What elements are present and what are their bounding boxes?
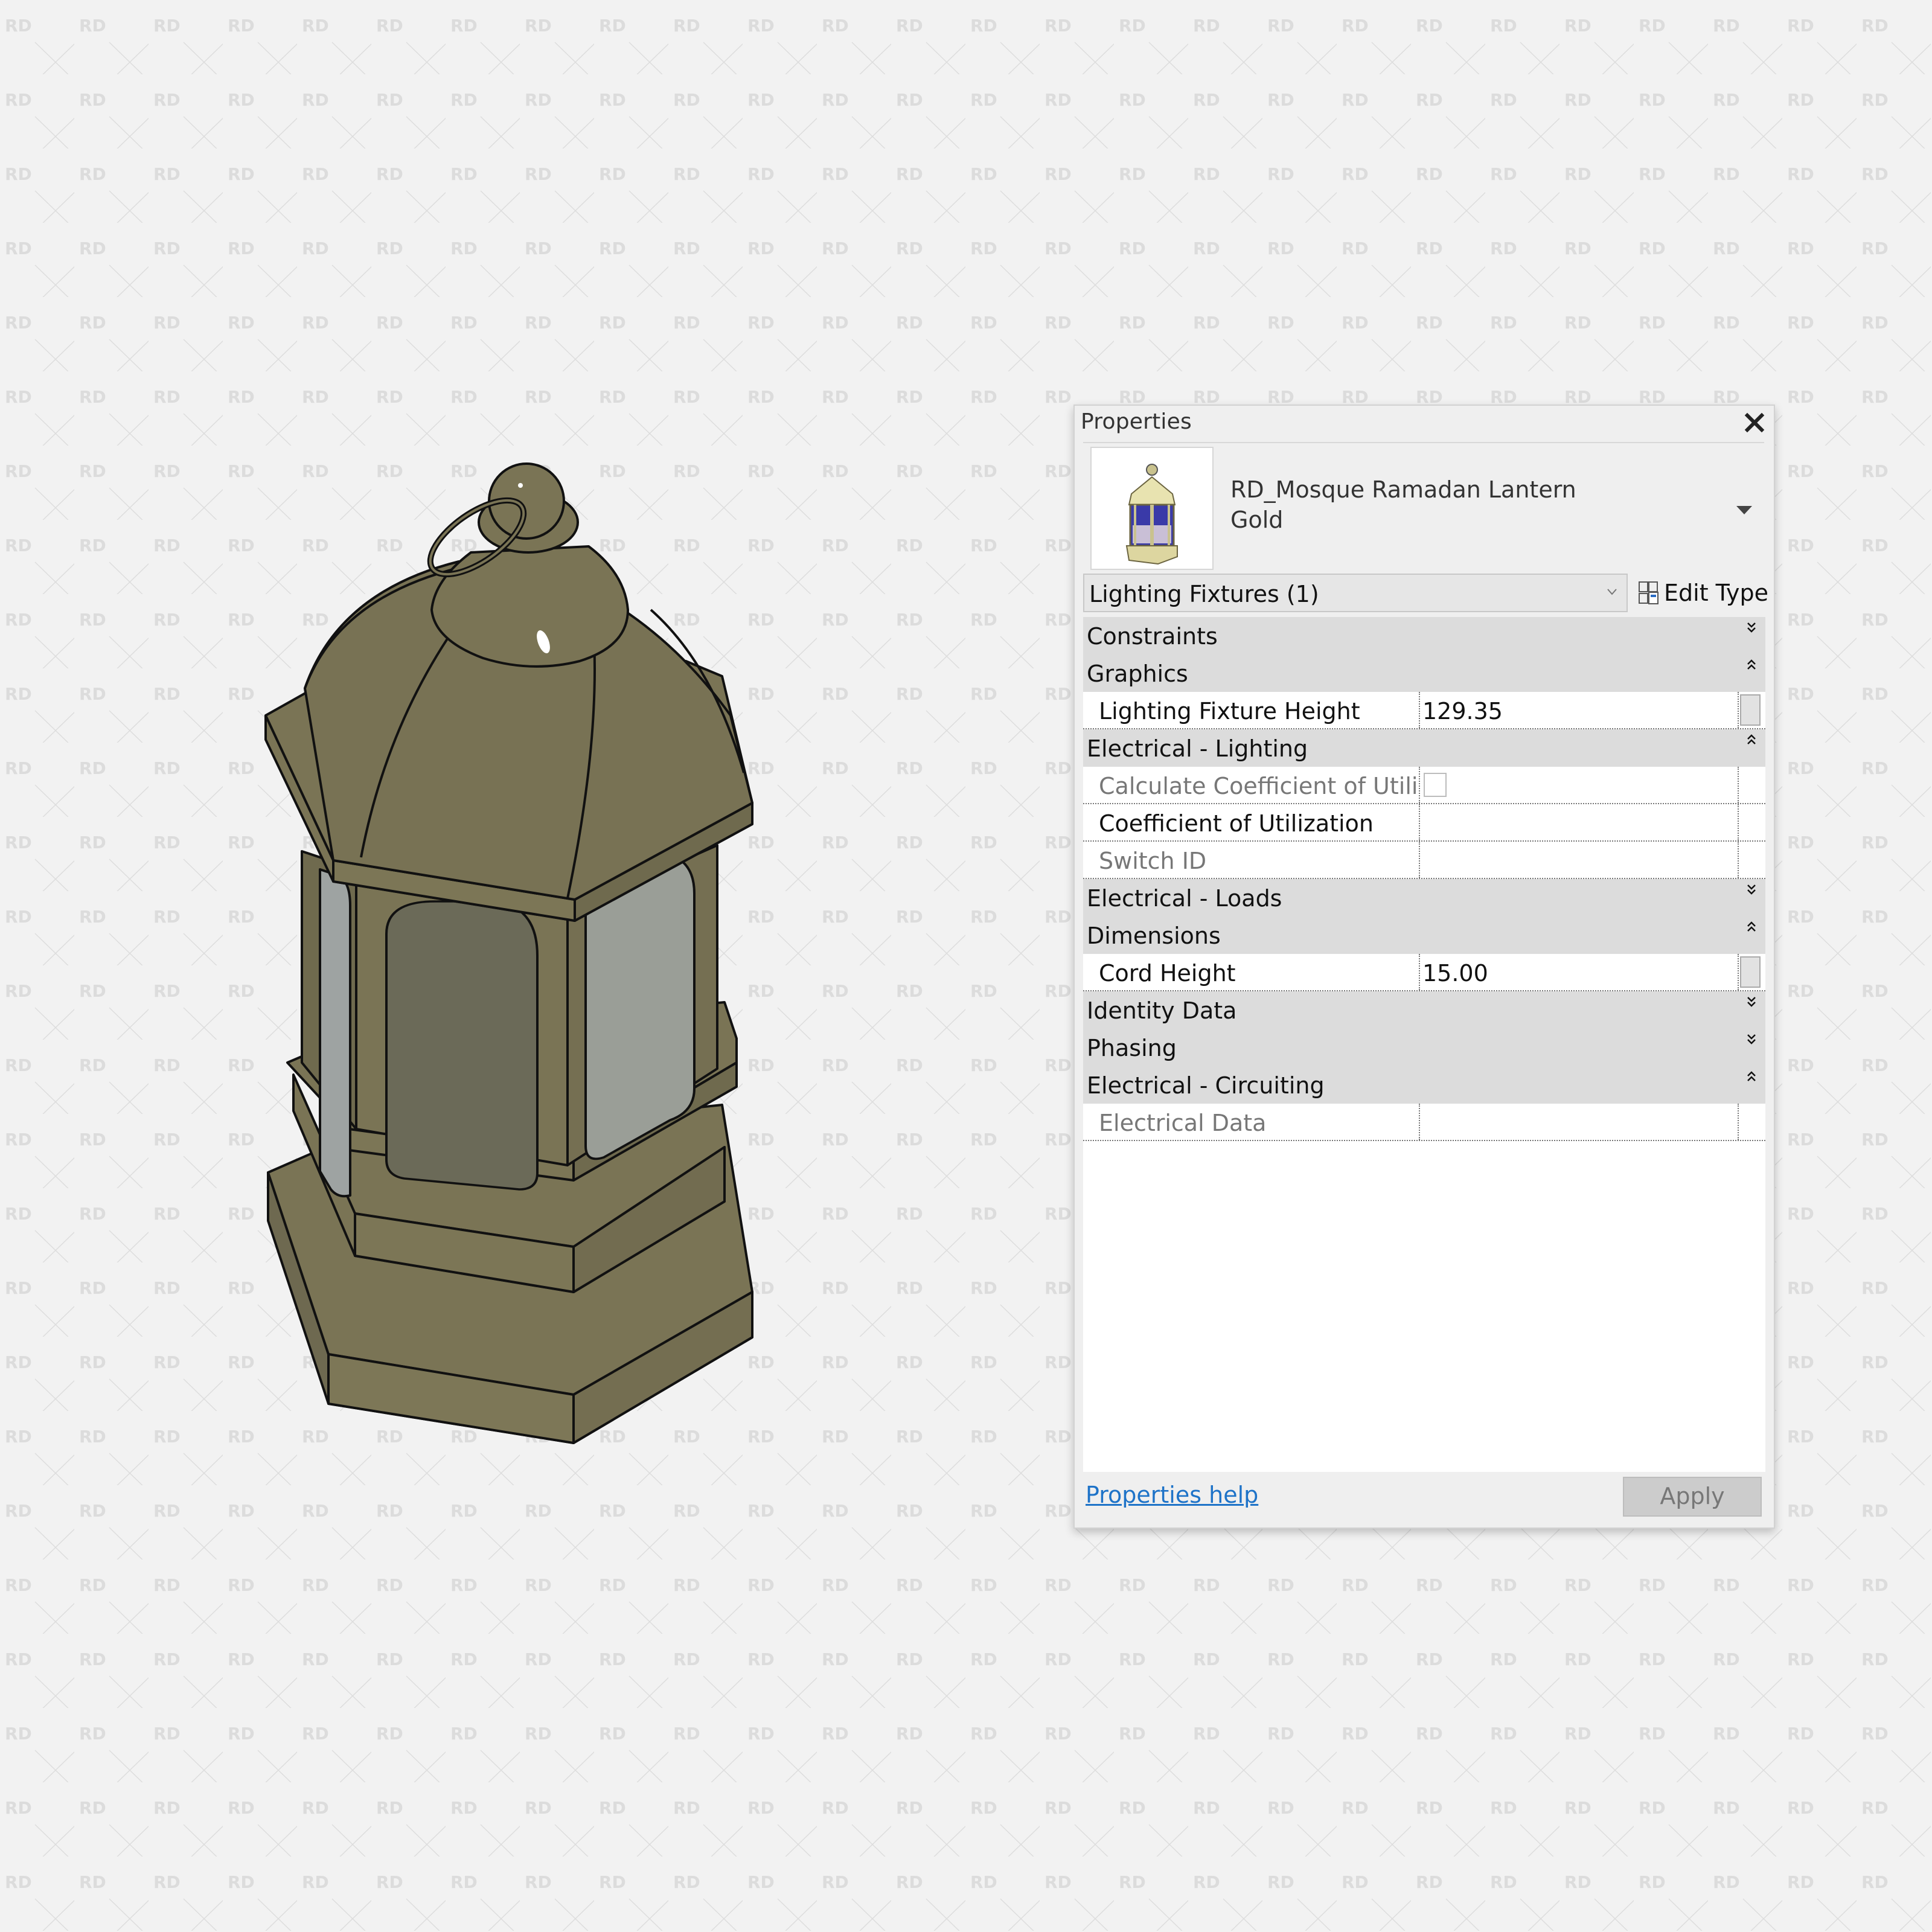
property-name: Cord Height (1099, 960, 1236, 987)
associate-parameter-cell (1738, 804, 1764, 840)
property-group[interactable]: Constraints (1083, 617, 1765, 654)
properties-grid-empty-area (1083, 1141, 1765, 1472)
edit-type-icon (1639, 581, 1659, 604)
lantern-top-cap (430, 545, 629, 668)
property-group-label: Electrical - Lighting (1087, 735, 1308, 762)
close-icon (1744, 412, 1765, 433)
property-row: Switch ID (1083, 842, 1765, 879)
associate-parameter-cell (1738, 1104, 1764, 1140)
properties-palette: Properties RD_Mosque Ramadan Lantern Gol… (1073, 405, 1775, 1529)
property-group[interactable]: Dimensions (1083, 916, 1765, 954)
associate-parameter-cell (1738, 954, 1764, 990)
type-family-name: RD_Mosque Ramadan Lantern (1230, 476, 1576, 503)
property-group[interactable]: Graphics (1083, 654, 1765, 692)
property-group-label: Electrical - Circuiting (1087, 1072, 1325, 1099)
property-checkbox[interactable] (1424, 773, 1447, 797)
property-group-label: Dimensions (1087, 923, 1221, 949)
property-row: Electrical Data (1083, 1104, 1765, 1141)
properties-help-link[interactable]: Properties help (1086, 1482, 1258, 1508)
property-value-field (1419, 767, 1738, 803)
property-group-label: Phasing (1087, 1035, 1177, 1061)
category-filter-value: Lighting Fixtures (1) (1089, 581, 1319, 607)
property-value-field[interactable]: 15.00 (1419, 954, 1738, 990)
property-group-label: Identity Data (1087, 997, 1237, 1024)
expand-chevrons-icon[interactable] (1746, 881, 1757, 897)
apply-button[interactable]: Apply (1623, 1477, 1762, 1517)
property-name: Lighting Fixture Height (1099, 698, 1360, 724)
collapse-chevrons-icon[interactable] (1746, 732, 1757, 747)
expand-chevrons-icon[interactable] (1746, 994, 1757, 1009)
associate-parameter-cell (1738, 767, 1764, 803)
edit-type-button[interactable]: Edit Type (1639, 577, 1768, 609)
property-group-label: Constraints (1087, 623, 1218, 650)
collapse-chevrons-icon[interactable] (1746, 919, 1757, 935)
property-group[interactable]: Identity Data (1083, 991, 1765, 1029)
property-value-field (1419, 1104, 1738, 1140)
collapse-chevrons-icon[interactable] (1746, 657, 1757, 673)
type-selector[interactable]: RD_Mosque Ramadan Lantern Gold (1083, 442, 1764, 576)
property-value: 15.00 (1422, 960, 1488, 987)
property-row: Calculate Coefficient of Utilizat... (1083, 767, 1765, 804)
palette-title: Properties (1081, 409, 1192, 434)
property-name: Switch ID (1099, 848, 1207, 874)
property-value: 129.35 (1422, 698, 1503, 724)
property-group[interactable]: Phasing (1083, 1029, 1765, 1066)
property-group-label: Graphics (1087, 661, 1188, 687)
property-group[interactable]: Electrical - Lighting (1083, 729, 1765, 767)
property-name: Electrical Data (1099, 1110, 1267, 1136)
associate-parameter-cell (1738, 692, 1764, 728)
property-row: Cord Height 15.00 (1083, 954, 1765, 991)
type-dropdown-arrow-icon[interactable] (1736, 506, 1752, 514)
property-row: Coefficient of Utilization (1083, 804, 1765, 842)
property-row: Lighting Fixture Height 129.35 (1083, 692, 1765, 729)
property-name: Coefficient of Utilization (1099, 810, 1374, 837)
lantern-window-front (385, 900, 539, 1191)
property-value-field[interactable] (1419, 804, 1738, 840)
property-group[interactable]: Electrical - Circuiting (1083, 1066, 1765, 1104)
expand-chevrons-icon[interactable] (1746, 619, 1757, 635)
expand-chevrons-icon[interactable] (1746, 1031, 1757, 1047)
lantern-thumbnail-icon (1125, 464, 1178, 565)
lantern-3d-model[interactable] (242, 459, 785, 1461)
property-value-field (1419, 842, 1738, 878)
associate-family-parameter-button[interactable] (1740, 694, 1761, 726)
associate-family-parameter-button[interactable] (1740, 956, 1761, 988)
type-name: RD_Mosque Ramadan Lantern Gold (1230, 475, 1576, 535)
type-thumbnail (1090, 447, 1214, 570)
lantern-window-left (319, 868, 351, 1198)
edit-type-label: Edit Type (1664, 580, 1768, 606)
category-filter-select[interactable]: Lighting Fixtures (1) (1083, 574, 1628, 612)
chevron-down-icon (1607, 589, 1617, 595)
associate-parameter-cell (1738, 842, 1764, 878)
property-group-label: Electrical - Loads (1087, 885, 1282, 912)
type-variant-name: Gold (1230, 507, 1284, 533)
property-group[interactable]: Electrical - Loads (1083, 879, 1765, 916)
property-name: Calculate Coefficient of Utilizat... (1099, 773, 1419, 799)
properties-grid: Constraints Graphics Lighting Fixture Heig… (1083, 617, 1765, 1141)
collapse-chevrons-icon[interactable] (1746, 1069, 1757, 1084)
close-button[interactable] (1741, 409, 1768, 436)
property-value-field[interactable]: 129.35 (1419, 692, 1738, 728)
